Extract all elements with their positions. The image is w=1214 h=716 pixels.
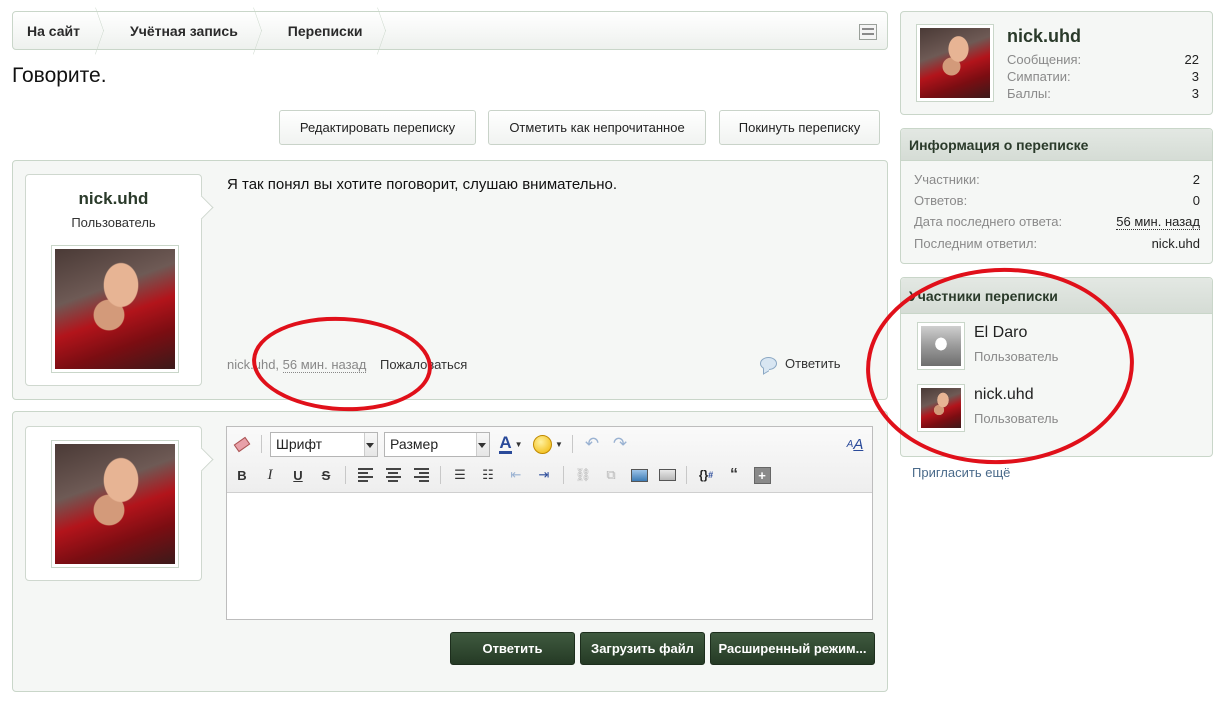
message-user-card: nick.uhd Пользователь <box>25 174 202 386</box>
numbered-list-icon[interactable]: ☷ <box>477 464 499 486</box>
breadcrumb: На сайт Учётная запись Переписки <box>12 11 888 50</box>
meta-separator: , <box>275 357 283 372</box>
font-select-label: Шрифт <box>276 436 323 452</box>
size-select-label: Размер <box>390 436 439 452</box>
toolbar-separator <box>563 466 564 484</box>
message-avatar[interactable] <box>51 245 179 373</box>
toolbar-separator <box>345 466 346 484</box>
font-select[interactable]: Шрифт <box>270 431 378 457</box>
info-row-replies: Ответов: 0 <box>914 193 1200 208</box>
undo-icon[interactable]: ↶ <box>581 433 603 455</box>
align-center-icon[interactable] <box>382 464 404 486</box>
reply-link[interactable]: Ответить <box>760 356 841 371</box>
outdent-icon[interactable]: ⇤ <box>505 464 527 486</box>
conversation-info-title: Информация о переписке <box>901 129 1212 161</box>
size-select[interactable]: Размер <box>384 431 490 457</box>
bold-icon[interactable]: B <box>231 464 253 486</box>
report-link[interactable]: Пожаловаться <box>380 357 467 372</box>
profile-username[interactable]: nick.uhd <box>1007 26 1081 47</box>
avatar <box>55 249 175 369</box>
font-size-icon[interactable]: AA <box>844 433 866 455</box>
speech-bubble-icon <box>760 357 777 370</box>
unlink-icon[interactable]: ⧉ <box>600 464 622 486</box>
image-icon[interactable] <box>628 464 650 486</box>
info-row-last-reply-date: Дата последнего ответа: 56 мин. назад <box>914 214 1200 230</box>
message-editor: Шрифт Размер A ▼ ▼ ↶ ↷ AA B I U S ☰ ☷ ⇤ … <box>226 426 873 620</box>
participant-role: Пользователь <box>974 349 1059 364</box>
advanced-mode-button[interactable]: Расширенный режим... <box>710 632 875 665</box>
reply-button[interactable]: Ответить <box>450 632 575 665</box>
profile-stat: Симпатии: 3 <box>1007 69 1199 84</box>
more-icon[interactable]: + <box>751 464 773 486</box>
eraser-icon[interactable] <box>231 433 253 455</box>
message-author[interactable]: nick.uhd <box>227 357 275 372</box>
breadcrumb-account[interactable]: Учётная запись <box>104 12 262 49</box>
message-text: Я так понял вы хотите поговорит, слушаю … <box>227 176 618 193</box>
profile-stat: Баллы: 3 <box>1007 86 1199 101</box>
reply-user-card <box>25 426 202 581</box>
align-left-icon[interactable] <box>354 464 376 486</box>
sidebar-conversation-info: Информация о переписке Участники: 2 Ответ… <box>900 128 1213 264</box>
italic-icon[interactable]: I <box>259 464 281 486</box>
avatar <box>921 326 961 366</box>
message-time[interactable]: 56 мин. назад <box>282 357 367 373</box>
breadcrumb-conversations[interactable]: Переписки <box>262 12 387 49</box>
sidebar-profile: nick.uhd Сообщения: 22 Симпатии: 3 Баллы: 3 <box>900 11 1213 115</box>
avatar <box>920 28 990 98</box>
text-color-icon[interactable]: A ▼ <box>496 433 526 455</box>
sidebar-participants: Участники переписки El Daro Пользователь… <box>900 277 1213 457</box>
toolbar-separator <box>686 466 687 484</box>
message-user-role: Пользователь <box>71 215 156 230</box>
toolbar-separator <box>440 466 441 484</box>
participant-avatar[interactable] <box>917 322 965 370</box>
indent-icon[interactable]: ⇥ <box>533 464 555 486</box>
code-icon[interactable]: {} # <box>695 464 717 486</box>
leave-conversation-button[interactable]: Покинуть переписку <box>719 110 880 145</box>
info-row-participants: Участники: 2 <box>914 172 1200 187</box>
underline-icon[interactable]: U <box>287 464 309 486</box>
participants-title: Участники переписки <box>901 278 1212 314</box>
media-icon[interactable] <box>656 464 678 486</box>
mark-unread-button[interactable]: Отметить как непрочитанное <box>488 110 706 145</box>
menu-icon[interactable] <box>859 24 877 40</box>
breadcrumb-home[interactable]: На сайт <box>13 12 104 49</box>
bullet-list-icon[interactable]: ☰ <box>449 464 471 486</box>
toolbar-separator <box>261 435 262 453</box>
page-title: Говорите. <box>12 64 107 87</box>
upload-file-button[interactable]: Загрузить файл <box>580 632 705 665</box>
profile-stat: Сообщения: 22 <box>1007 52 1199 67</box>
message-username[interactable]: nick.uhd <box>26 189 201 209</box>
quote-icon[interactable]: “ <box>723 464 745 486</box>
smiley-icon[interactable]: ▼ <box>532 433 564 455</box>
participant-name[interactable]: El Daro <box>974 324 1027 342</box>
info-row-last-replier: Последним ответил: nick.uhd <box>914 236 1200 251</box>
strikethrough-icon[interactable]: S <box>315 464 337 486</box>
participant-role: Пользователь <box>974 411 1059 426</box>
avatar <box>55 444 175 564</box>
toolbar-separator <box>572 435 573 453</box>
align-right-icon[interactable] <box>410 464 432 486</box>
reply-avatar[interactable] <box>51 440 179 568</box>
participant-avatar[interactable] <box>917 384 965 432</box>
editor-toolbar: Шрифт Размер A ▼ ▼ ↶ ↷ AA B I U S ☰ ☷ ⇤ … <box>227 427 872 493</box>
invite-more-link[interactable]: Пригласить ещё <box>912 465 1010 480</box>
editor-textarea[interactable] <box>227 493 872 619</box>
redo-icon[interactable]: ↷ <box>609 433 631 455</box>
reply-link-label: Ответить <box>785 356 841 371</box>
avatar <box>921 388 961 428</box>
profile-avatar[interactable] <box>916 24 994 102</box>
edit-conversation-button[interactable]: Редактировать переписку <box>279 110 476 145</box>
link-icon[interactable]: ⛓ <box>572 464 594 486</box>
participant-name[interactable]: nick.uhd <box>974 386 1034 404</box>
message-meta: nick.uhd, 56 мин. назад Пожаловаться <box>227 357 467 373</box>
